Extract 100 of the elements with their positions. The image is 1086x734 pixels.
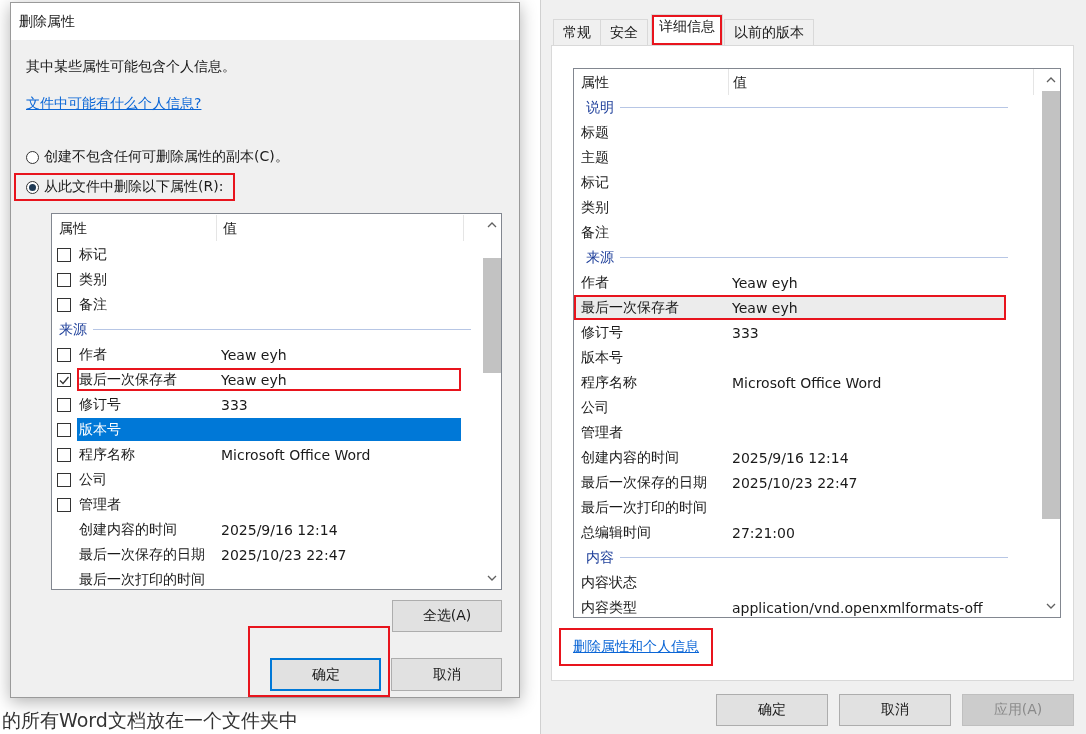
property-name: 总编辑时间 bbox=[580, 523, 652, 542]
property-value: 2025/10/23 22:47 bbox=[221, 546, 347, 563]
property-name: 程序名称 bbox=[580, 373, 638, 392]
property-name: 版本号 bbox=[78, 420, 122, 439]
window-title: 删除属性 bbox=[19, 12, 75, 31]
scroll-up-icon[interactable] bbox=[1046, 77, 1056, 83]
group-label: 来源 bbox=[586, 248, 614, 267]
scroll-down-icon[interactable] bbox=[1046, 603, 1056, 609]
list-row[interactable]: 内容类型 application/vnd.openxmlformats-off bbox=[574, 595, 1006, 617]
property-name: 管理者 bbox=[580, 423, 624, 442]
property-name: 公司 bbox=[78, 470, 108, 489]
remove-properties-link[interactable]: 删除属性和个人信息 bbox=[559, 628, 713, 666]
checkbox[interactable] bbox=[57, 497, 71, 512]
list-row[interactable]: 最后一次保存的日期 2025/10/23 22:47 bbox=[574, 470, 1006, 495]
scroll-thumb[interactable] bbox=[483, 258, 501, 373]
list-row[interactable]: 修订号 333 bbox=[574, 320, 1006, 345]
group-label: 说明 bbox=[586, 98, 614, 117]
page-text: 的所有Word文档放在一个文件夹中 bbox=[2, 708, 298, 733]
property-name: 最后一次打印的时间 bbox=[78, 570, 206, 589]
list-row[interactable]: 总编辑时间 27:21:00 bbox=[574, 520, 1006, 545]
list-row[interactable]: 内容状态 bbox=[574, 570, 1006, 595]
property-name: 最后一次保存者 bbox=[580, 298, 680, 317]
list-row[interactable]: 最后一次保存者 Yeaw eyh bbox=[77, 368, 461, 391]
column-header[interactable]: 属性 bbox=[57, 215, 217, 241]
checkbox[interactable] bbox=[57, 447, 71, 462]
scroll-up-icon[interactable] bbox=[487, 222, 497, 228]
property-value: 333 bbox=[221, 396, 248, 413]
property-name: 备注 bbox=[78, 295, 108, 314]
list-row[interactable]: 类别 bbox=[77, 268, 461, 291]
checkbox[interactable] bbox=[57, 422, 71, 437]
list-row[interactable]: 作者 Yeaw eyh bbox=[574, 270, 1006, 295]
dialog-button[interactable]: 确定 bbox=[270, 658, 381, 691]
list-row[interactable]: 标记 bbox=[574, 170, 1006, 195]
radio-button[interactable] bbox=[26, 180, 39, 194]
column-header[interactable]: 属性 bbox=[574, 69, 729, 95]
property-value: Yeaw eyh bbox=[221, 371, 287, 388]
list-row[interactable]: 备注 bbox=[574, 220, 1006, 245]
column-header[interactable]: 值 bbox=[729, 69, 1034, 95]
list-row[interactable]: 版本号 bbox=[574, 345, 1006, 370]
checkbox[interactable] bbox=[57, 297, 71, 312]
tab[interactable]: 详细信息 bbox=[651, 14, 723, 45]
radio-option[interactable]: 创建不包含任何可删除属性的副本(C)。 bbox=[14, 143, 301, 171]
list-row[interactable]: 创建内容的时间 2025/9/16 12:14 bbox=[574, 445, 1006, 470]
property-name: 最后一次保存者 bbox=[78, 370, 178, 389]
property-name: 版本号 bbox=[580, 348, 624, 367]
list-row[interactable]: 程序名称 Microsoft Office Word bbox=[77, 443, 461, 466]
property-name: 内容类型 bbox=[580, 598, 638, 617]
property-value: Microsoft Office Word bbox=[221, 446, 371, 463]
property-name: 最后一次保存的日期 bbox=[78, 545, 206, 564]
list-row[interactable]: 管理者 bbox=[77, 493, 461, 516]
dialog-button[interactable]: 确定 bbox=[716, 694, 828, 726]
checkbox[interactable] bbox=[57, 272, 71, 287]
tab[interactable]: 以前的版本 bbox=[724, 19, 814, 45]
property-value: Microsoft Office Word bbox=[731, 374, 882, 391]
property-name: 类别 bbox=[78, 270, 108, 289]
list-row[interactable]: 类别 bbox=[574, 195, 1006, 220]
list-row[interactable]: 备注 bbox=[77, 293, 461, 316]
checkbox[interactable] bbox=[57, 397, 71, 412]
dialog-button[interactable]: 取消 bbox=[839, 694, 951, 726]
group-label: 内容 bbox=[586, 548, 614, 567]
list-row[interactable]: 修订号 333 bbox=[77, 393, 461, 416]
checkbox[interactable] bbox=[57, 472, 71, 487]
list-row[interactable]: 版本号 bbox=[77, 418, 461, 441]
property-name: 备注 bbox=[580, 223, 610, 242]
property-name: 标记 bbox=[580, 173, 610, 192]
list-row[interactable]: 最后一次打印的时间 bbox=[574, 495, 1006, 520]
property-name: 管理者 bbox=[78, 495, 122, 514]
property-value: 2025/10/23 22:47 bbox=[731, 474, 858, 491]
list-row[interactable]: 程序名称 Microsoft Office Word bbox=[574, 370, 1006, 395]
list-row[interactable]: 公司 bbox=[77, 468, 461, 491]
checkbox[interactable] bbox=[57, 347, 71, 362]
property-name: 公司 bbox=[580, 398, 610, 417]
scroll-thumb[interactable] bbox=[1042, 91, 1060, 520]
property-value: 333 bbox=[731, 324, 759, 341]
select-all-button[interactable]: 全选(A) bbox=[392, 600, 502, 632]
list-row[interactable]: 公司 bbox=[574, 395, 1006, 420]
dialog-button[interactable]: 取消 bbox=[391, 658, 502, 691]
tab[interactable]: 常规 bbox=[553, 19, 601, 45]
column-header[interactable]: 值 bbox=[217, 215, 464, 241]
radio-button[interactable] bbox=[26, 150, 39, 164]
help-link[interactable]: 文件中可能有什么个人信息? bbox=[12, 85, 216, 123]
list-row[interactable]: 作者 Yeaw eyh bbox=[77, 343, 461, 366]
property-value: Yeaw eyh bbox=[221, 346, 287, 363]
property-name: 最后一次保存的日期 bbox=[580, 473, 708, 492]
list-row[interactable]: 标记 bbox=[77, 243, 461, 266]
tab[interactable]: 安全 bbox=[600, 19, 648, 45]
property-value: Yeaw eyh bbox=[731, 299, 798, 316]
radio-option[interactable]: 从此文件中删除以下属性(R): bbox=[14, 173, 236, 201]
list-row[interactable]: 最后一次保存者 Yeaw eyh bbox=[574, 295, 1006, 320]
property-name: 标题 bbox=[580, 123, 610, 142]
scroll-down-icon[interactable] bbox=[487, 575, 497, 581]
property-name: 作者 bbox=[580, 273, 610, 292]
checkbox[interactable] bbox=[57, 247, 71, 262]
list-row[interactable]: 标题 bbox=[574, 120, 1006, 145]
property-value: 2025/9/16 12:14 bbox=[221, 521, 338, 538]
property-name: 最后一次打印的时间 bbox=[580, 498, 708, 517]
list-row[interactable]: 主题 bbox=[574, 145, 1006, 170]
list-row[interactable]: 管理者 bbox=[574, 420, 1006, 445]
property-name: 创建内容的时间 bbox=[78, 520, 178, 539]
checkbox[interactable] bbox=[57, 372, 71, 387]
